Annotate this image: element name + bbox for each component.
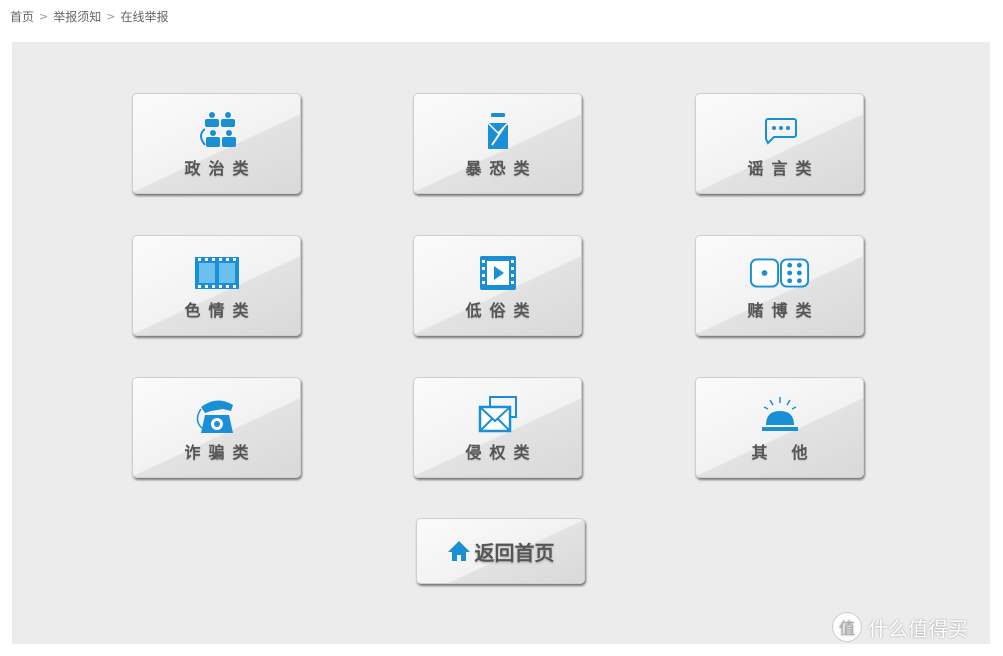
category-terrorism[interactable]: 暴恐类 xyxy=(413,93,582,194)
breadcrumb-notice[interactable]: 举报须知 xyxy=(53,8,101,25)
category-label: 谣言类 xyxy=(747,159,820,178)
service-bell-icon xyxy=(761,397,798,431)
category-label: 诈骗类 xyxy=(184,443,257,462)
category-label: 侵权类 xyxy=(465,443,538,462)
category-label: 政治类 xyxy=(184,159,257,178)
watermark-text: 什么值得买 xyxy=(868,616,968,641)
category-label: 色情类 xyxy=(184,301,257,320)
chevron-right-icon: > xyxy=(106,10,116,23)
category-rumor[interactable]: 谣言类 xyxy=(695,93,864,194)
category-label: 赌博类 xyxy=(747,301,820,320)
return-home-label: 返回首页 xyxy=(474,540,555,565)
category-vulgar[interactable]: 低俗类 xyxy=(413,235,582,336)
category-fraud[interactable]: 诈骗类 xyxy=(132,377,301,478)
category-pornography[interactable]: 色情类 xyxy=(132,235,301,336)
watermark: 值 什么值得买 xyxy=(832,612,968,642)
breadcrumb: 首页 > 举报须知 > 在线举报 xyxy=(10,8,168,25)
chevron-right-icon: > xyxy=(39,10,49,23)
breadcrumb-home[interactable]: 首页 xyxy=(10,8,34,25)
return-home-button[interactable]: 返回首页 xyxy=(416,518,585,584)
video-play-icon xyxy=(479,256,516,290)
category-label: 其他 xyxy=(751,443,832,462)
category-gambling[interactable]: 赌博类 xyxy=(695,235,864,336)
envelopes-icon xyxy=(478,396,517,433)
category-other[interactable]: 其他 xyxy=(695,377,864,478)
category-infringement[interactable]: 侵权类 xyxy=(413,377,582,478)
chat-bubbles-icon xyxy=(764,118,797,145)
category-label: 暴恐类 xyxy=(465,159,538,178)
category-politics[interactable]: 政治类 xyxy=(132,93,301,194)
watermark-badge: 值 xyxy=(832,612,862,642)
breadcrumb-current: 在线举报 xyxy=(120,10,169,24)
category-label: 低俗类 xyxy=(465,301,538,320)
dice-icon xyxy=(749,258,809,288)
terror-person-icon xyxy=(486,113,509,149)
film-strip-icon xyxy=(194,257,239,289)
telephone-icon xyxy=(196,400,233,433)
home-icon xyxy=(447,541,470,561)
people-meeting-icon xyxy=(199,112,236,147)
